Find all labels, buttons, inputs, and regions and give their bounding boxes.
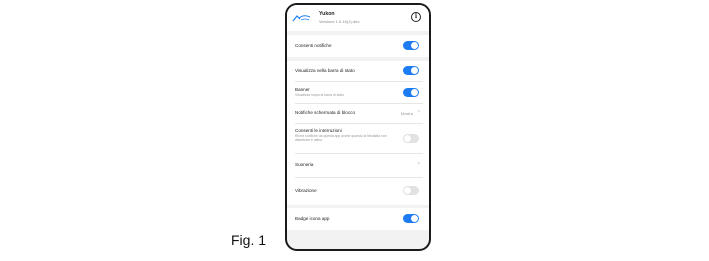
- barra-stato-toggle[interactable]: [403, 66, 419, 75]
- card-badge: Badge icona app: [287, 208, 429, 230]
- consenti-notifiche-toggle[interactable]: [403, 41, 419, 50]
- figure-label: Fig. 1: [231, 232, 267, 248]
- row-label: Badge icona app: [295, 216, 330, 221]
- toggle-knob: [411, 89, 418, 96]
- row-label: Notifiche schermata di blocco: [295, 110, 356, 115]
- row-banner[interactable]: Banner Visualizza sopra la barra di stat…: [287, 81, 429, 103]
- app-name: Yukon: [319, 11, 335, 17]
- row-consenti-notifiche[interactable]: Consenti notifiche: [287, 35, 429, 57]
- toggle-knob: [411, 215, 418, 222]
- app-header: Yukon Versione 1.0.16(1)-dev i: [287, 5, 429, 31]
- row-label: Consenti notifiche: [295, 43, 332, 48]
- card-notification-settings: Visualizza nella barra di stato Banner V…: [287, 61, 429, 205]
- info-icon[interactable]: i: [411, 12, 421, 22]
- interruzioni-toggle[interactable]: [403, 134, 419, 143]
- row-label: Suoneria: [295, 162, 314, 167]
- app-logo-icon: [292, 15, 311, 22]
- toggle-knob: [404, 135, 411, 142]
- row-badge[interactable]: Badge icona app: [287, 208, 429, 230]
- card-allow-notifications: Consenti notifiche: [287, 35, 429, 57]
- phone-frame: Yukon Versione 1.0.16(1)-dev i Consenti …: [285, 3, 431, 251]
- row-barra-stato[interactable]: Visualizza nella barra di stato: [287, 61, 429, 81]
- row-label: Banner: [295, 87, 310, 92]
- vibrazione-toggle[interactable]: [403, 186, 419, 195]
- row-sublabel: Visualizza sopra la barra di stato: [295, 93, 344, 97]
- chevron-right-icon: ›: [417, 160, 420, 167]
- toggle-knob: [411, 42, 418, 49]
- row-interruzioni[interactable]: Consenti le interruzioni Ricevi notifich…: [287, 123, 429, 153]
- row-label: Visualizza nella barra di stato: [295, 68, 355, 73]
- row-label: Consenti le interruzioni: [295, 128, 342, 133]
- toggle-knob: [404, 187, 411, 194]
- row-schermata-blocco[interactable]: Notifiche schermata di blocco Mostra ›: [287, 103, 429, 123]
- schermata-blocco-value: Mostra: [400, 111, 413, 116]
- row-vibrazione[interactable]: Vibrazione: [287, 177, 429, 203]
- banner-toggle[interactable]: [403, 88, 419, 97]
- row-suoneria[interactable]: Suoneria ›: [287, 153, 429, 177]
- badge-toggle[interactable]: [403, 214, 419, 223]
- toggle-knob: [411, 67, 418, 74]
- row-label: Vibrazione: [295, 188, 317, 193]
- row-sublabel: Ricevi notifiche da questa app anche qua…: [295, 134, 387, 143]
- app-version: Versione 1.0.16(1)-dev: [319, 19, 360, 24]
- chevron-right-icon: ›: [417, 108, 420, 115]
